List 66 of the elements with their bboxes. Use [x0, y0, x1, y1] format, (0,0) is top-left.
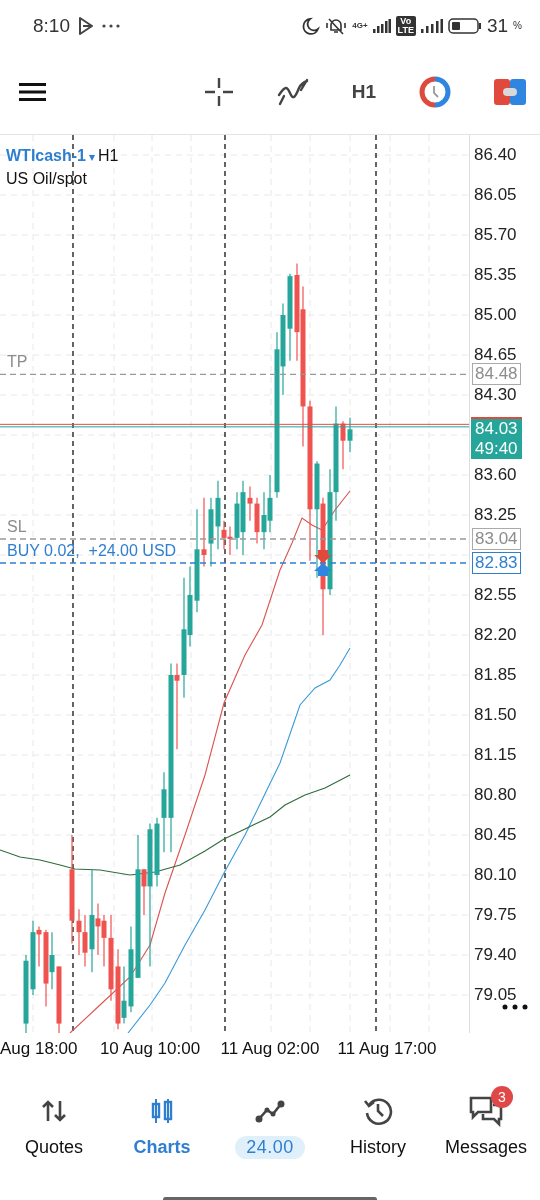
- price-tag: 83.04: [472, 528, 521, 550]
- price-label: 85.70: [474, 225, 517, 245]
- line-chart-icon: [255, 1099, 285, 1123]
- price-label: 79.05: [474, 985, 517, 1005]
- price-label: 79.75: [474, 905, 517, 925]
- network-type: 4G+: [352, 22, 368, 30]
- time-label: Aug 18:00: [0, 1039, 78, 1059]
- price-label: 80.10: [474, 865, 517, 885]
- chart-timeframe: H1: [98, 147, 119, 164]
- time-label: 11 Aug 02:00: [220, 1039, 320, 1059]
- price-label: 85.00: [474, 305, 517, 325]
- history-icon: [363, 1096, 393, 1126]
- profit-value: 24.00: [235, 1136, 305, 1159]
- more-icon: [102, 24, 120, 28]
- nav-tab[interactable]: 24.00: [225, 1082, 315, 1159]
- unread-badge: 3: [491, 1086, 513, 1108]
- price-label: 81.50: [474, 705, 517, 725]
- percent-sign: %: [513, 20, 522, 31]
- clock-time: 8:10: [33, 15, 70, 37]
- tab-label: Quotes: [24, 1136, 83, 1158]
- price-label: 84.30: [474, 385, 517, 405]
- price-label: 79.40: [474, 945, 517, 965]
- more-icon[interactable]: [502, 1004, 528, 1010]
- price-label: 80.45: [474, 825, 517, 845]
- buy-arrow-icon: [314, 563, 332, 576]
- moon-icon: [302, 17, 321, 35]
- level-label: TP: [7, 352, 28, 373]
- price-label: 86.40: [474, 145, 517, 165]
- tab-label: History: [350, 1136, 406, 1158]
- price-label: 82.55: [474, 585, 517, 605]
- time-label: 11 Aug 17:00: [337, 1039, 437, 1059]
- candlestick-icon: [150, 1097, 174, 1125]
- signal-icon: [372, 19, 391, 33]
- price-label: 86.05: [474, 185, 517, 205]
- sell-arrow-icon: [314, 550, 332, 563]
- nav-tab[interactable]: 3 Messages: [441, 1082, 531, 1159]
- price-label: 83.25: [474, 505, 517, 525]
- nav-tab[interactable]: Quotes: [9, 1082, 99, 1159]
- price-label: 83.60: [474, 465, 517, 485]
- price-label: 84.65: [474, 345, 517, 365]
- price-label: 81.15: [474, 745, 517, 765]
- nav-tab[interactable]: Charts: [117, 1082, 207, 1159]
- tab-label: Charts: [133, 1136, 191, 1158]
- signal-icon: [420, 19, 443, 33]
- price-label: 82.20: [474, 625, 517, 645]
- level-label: SL: [7, 517, 27, 537]
- volte-badge: Vo LTE: [395, 16, 416, 36]
- price-tag: 82.83: [472, 552, 521, 574]
- time-label: 10 Aug 10:00: [99, 1039, 201, 1059]
- price-tag: 84.48: [472, 363, 521, 386]
- dropdown-icon: ▾: [89, 150, 95, 164]
- price-label: 80.80: [474, 785, 517, 805]
- price-label: 81.85: [474, 665, 517, 685]
- timeframe-button[interactable]: H1: [347, 77, 380, 107]
- muted-bell-icon: [325, 17, 348, 35]
- sort-arrows-icon: [41, 1099, 67, 1123]
- price-label: 85.35: [474, 265, 517, 285]
- current-price-tag: 84.03 49:40: [471, 416, 522, 459]
- symbol-description: US Oil/spot: [6, 169, 88, 189]
- symbol-selector[interactable]: WTIcash-1: [6, 145, 86, 167]
- nav-tab[interactable]: History: [333, 1082, 423, 1159]
- play-icon: [78, 17, 94, 35]
- battery-percent: 31: [486, 15, 509, 37]
- tab-label: Messages: [444, 1136, 527, 1158]
- battery-icon: [447, 18, 482, 34]
- order-label: BUY 0.02, +24.00 USD: [7, 541, 177, 561]
